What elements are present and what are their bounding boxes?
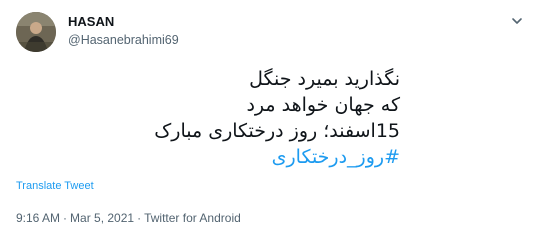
meta-separator: · bbox=[63, 211, 68, 225]
hashtag-link[interactable]: #روز_درختکاری bbox=[154, 144, 400, 170]
tweet-text: نگذارید بمیرد جنگل که جهان خواهد مرد 15ا… bbox=[154, 66, 400, 170]
translate-tweet-link[interactable]: Translate Tweet bbox=[16, 180, 94, 192]
tweet-line: 15اسفند؛ روز درختکاری مبارک bbox=[154, 120, 400, 142]
tweet-time[interactable]: 9:16 AM bbox=[16, 211, 60, 225]
meta-separator: · bbox=[137, 211, 142, 225]
user-handle[interactable]: @Hasanebrahimi69 bbox=[68, 33, 179, 47]
tweet-line: که جهان خواهد مرد bbox=[246, 94, 400, 116]
tweet-date[interactable]: Mar 5, 2021 bbox=[70, 211, 134, 225]
display-name[interactable]: HASAN bbox=[68, 14, 114, 29]
tweet-meta: 9:16 AM · Mar 5, 2021 · Twitter for Android bbox=[16, 211, 241, 225]
tweet-line: نگذارید بمیرد جنگل bbox=[249, 68, 400, 90]
avatar-photo bbox=[16, 12, 56, 52]
tweet-source[interactable]: Twitter for Android bbox=[144, 211, 241, 225]
avatar[interactable] bbox=[16, 12, 56, 52]
chevron-down-icon[interactable] bbox=[508, 12, 526, 30]
